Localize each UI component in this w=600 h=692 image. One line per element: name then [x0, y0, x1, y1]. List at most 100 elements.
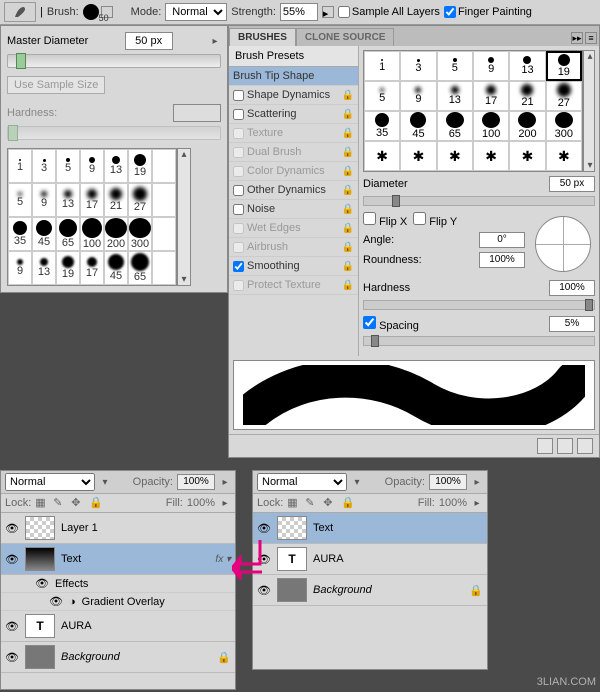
diameter-value[interactable]: 50 px	[549, 176, 595, 192]
brush-preset-cell[interactable]	[152, 149, 176, 183]
lock-move-icon[interactable]: ✥	[323, 496, 337, 510]
layer-row[interactable]: 👁Text	[253, 513, 487, 544]
strength-input[interactable]	[280, 3, 318, 21]
brush-tip-cell[interactable]: ✱	[473, 141, 509, 171]
strength-flyout-icon[interactable]: ▸	[322, 6, 334, 18]
layer-thumbnail[interactable]: T	[25, 614, 55, 638]
brush-tip-cell[interactable]: 13	[509, 51, 545, 81]
brush-preset-cell[interactable]: 13	[32, 251, 56, 285]
flip-y-checkbox[interactable]: Flip Y	[413, 212, 457, 228]
brush-preset-cell[interactable]: 17	[80, 251, 104, 285]
layer-name[interactable]: Layer 1	[61, 522, 231, 534]
layer-thumbnail[interactable]	[25, 516, 55, 540]
visibility-icon[interactable]: 👁	[5, 553, 19, 566]
picker-flyout-icon[interactable]: ▸	[209, 36, 221, 47]
layer-row[interactable]: 👁 Layer 1	[1, 513, 235, 544]
tab-brushes[interactable]: BRUSHES	[229, 28, 296, 46]
brush-preset-cell[interactable]	[152, 251, 176, 285]
layer-name[interactable]: AURA	[61, 620, 231, 632]
panel-menu-icon[interactable]: ≡	[585, 32, 597, 44]
visibility-icon[interactable]: 👁	[5, 522, 19, 535]
layer-row[interactable]: 👁Background🔒	[1, 642, 235, 673]
blend-mode-select[interactable]: Normal	[5, 473, 95, 491]
brush-preset-cell[interactable]: 5	[56, 149, 80, 183]
layer-row[interactable]: 👁Background🔒	[253, 575, 487, 606]
lock-transparency-icon[interactable]: ▦	[287, 496, 301, 510]
layer-row[interactable]: 👁TAURA	[253, 544, 487, 575]
brush-preset-cell[interactable]: 13	[56, 183, 80, 217]
blend-mode-select[interactable]: Normal	[257, 473, 347, 491]
layer-row[interactable]: 👁 Text fx ▾	[1, 544, 235, 575]
delete-brush-icon[interactable]	[577, 438, 593, 454]
layer-thumbnail[interactable]	[277, 516, 307, 540]
brush-preset-cell[interactable]: 65	[128, 251, 152, 285]
diameter-slider[interactable]	[363, 196, 595, 206]
lock-move-icon[interactable]: ✥	[71, 496, 85, 510]
visibility-icon[interactable]: 👁	[35, 577, 49, 590]
brush-tip-cell[interactable]: 1	[364, 51, 400, 81]
brush-tip-cell[interactable]: 300	[546, 111, 582, 141]
master-diameter-slider[interactable]	[7, 54, 221, 68]
brush-tip-cell[interactable]: ✱	[437, 141, 473, 171]
chevron-down-icon[interactable]: ▾	[99, 477, 111, 488]
brush-tip-cell[interactable]: 35	[364, 111, 400, 141]
scroll-up-icon[interactable]: ▴	[584, 51, 596, 62]
brush-tip-cell[interactable]: 65	[437, 111, 473, 141]
hardness-value2[interactable]: 100%	[549, 280, 595, 296]
hardness-slider2[interactable]	[363, 300, 595, 310]
visibility-icon[interactable]: 👁	[257, 584, 271, 597]
spacing-slider[interactable]	[363, 336, 595, 346]
layer-name[interactable]: AURA	[313, 553, 483, 565]
use-sample-size-button[interactable]: Use Sample Size	[7, 76, 105, 94]
layer-name[interactable]: Background	[61, 651, 211, 663]
brush-preset-cell[interactable]: 45	[32, 217, 56, 251]
scroll-up-icon[interactable]: ▴	[178, 149, 190, 160]
flip-x-checkbox[interactable]: Flip X	[363, 212, 407, 228]
brush-presets-header[interactable]: Brush Presets	[229, 46, 358, 67]
brush-tip-cell[interactable]: 9	[400, 81, 436, 111]
layer-thumbnail[interactable]	[25, 645, 55, 669]
scroll-down-icon[interactable]: ▾	[178, 274, 190, 285]
brush-tip-cell[interactable]: 3	[400, 51, 436, 81]
lock-all-icon[interactable]: 🔒	[89, 496, 103, 510]
brush-preset-cell[interactable]: 27	[128, 183, 152, 217]
flyout-icon[interactable]: ▸	[471, 498, 483, 509]
brush-grid[interactable]: 1359131959131721273545651002003009131917…	[7, 148, 177, 286]
brush-tip-cell[interactable]: ✱	[364, 141, 400, 171]
layer-row[interactable]: 👁TAURA	[1, 611, 235, 642]
sample-all-layers-checkbox[interactable]: Sample All Layers	[338, 6, 440, 18]
fill-value[interactable]: 100%	[187, 497, 215, 509]
angle-value[interactable]: 0°	[479, 232, 525, 248]
collapse-icon[interactable]: ▸▸	[571, 32, 583, 44]
fx-badge[interactable]: fx ▾	[215, 554, 231, 565]
brush-preset-cell[interactable]: 13	[104, 149, 128, 183]
layer-thumbnail[interactable]: T	[277, 547, 307, 571]
brush-tip-cell[interactable]: ✱	[546, 141, 582, 171]
brush-option-shape-dynamics[interactable]: Shape Dynamics🔒	[229, 86, 358, 105]
brush-preset-cell[interactable]: 200	[104, 217, 128, 251]
chevron-down-icon[interactable]: ▾	[351, 477, 363, 488]
layer-effect-row[interactable]: 👁◑ Gradient Overlay	[1, 593, 235, 611]
new-brush-icon[interactable]	[557, 438, 573, 454]
brush-preset-cell[interactable]: 19	[56, 251, 80, 285]
layer-thumbnail[interactable]	[25, 547, 55, 571]
spacing-checkbox[interactable]: Spacing	[363, 316, 419, 332]
visibility-icon[interactable]: 👁	[5, 651, 19, 664]
brush-preset-cell[interactable]: 100	[80, 217, 104, 251]
brush-tip-grid[interactable]: 135913195913172127354565100200300✱✱✱✱✱✱	[363, 50, 583, 172]
brush-preset-cell[interactable]	[152, 217, 176, 251]
tab-clone-source[interactable]: CLONE SOURCE	[296, 28, 395, 46]
brush-option-noise[interactable]: Noise🔒	[229, 200, 358, 219]
mode-select[interactable]: Normal	[165, 3, 227, 21]
finger-painting-checkbox[interactable]: Finger Painting	[444, 6, 532, 18]
brush-preset-cell[interactable]: 17	[80, 183, 104, 217]
visibility-icon[interactable]: 👁	[257, 522, 271, 535]
brush-option-smoothing[interactable]: Smoothing🔒	[229, 257, 358, 276]
layer-name[interactable]: Text	[61, 553, 209, 565]
brush-tip-cell[interactable]: 5	[437, 51, 473, 81]
brush-preset-cell[interactable]: 9	[32, 183, 56, 217]
master-diameter-value[interactable]: 50 px	[125, 32, 173, 50]
layer-name[interactable]: Background	[313, 584, 463, 596]
brush-tip-cell[interactable]: 13	[437, 81, 473, 111]
brush-tip-cell[interactable]: ✱	[400, 141, 436, 171]
